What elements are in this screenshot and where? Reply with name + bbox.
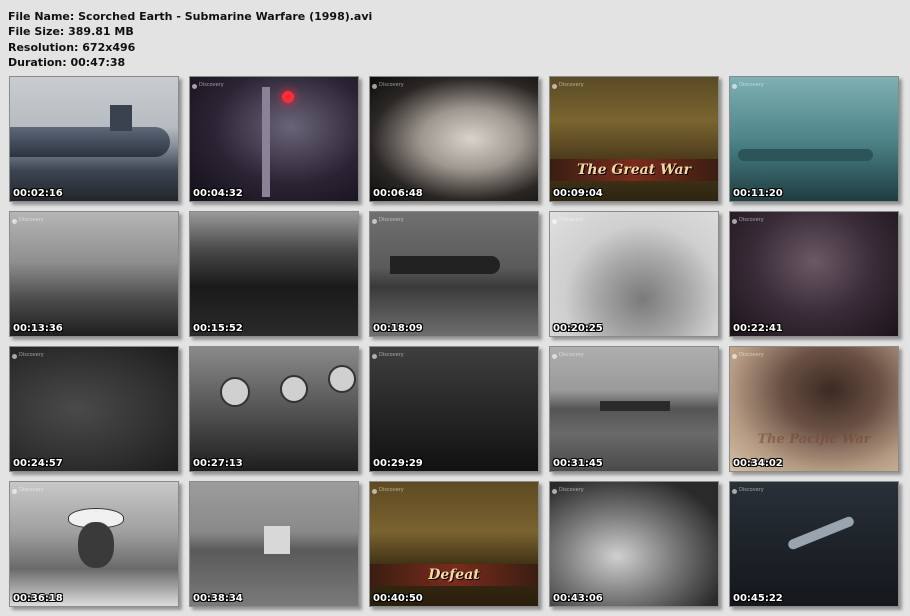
discovery-logo: Discovery <box>552 488 584 497</box>
conning-tower-shape <box>110 105 132 131</box>
file-info-header: File Name: Scorched Earth - Submarine Wa… <box>8 9 372 70</box>
thumbnail[interactable]: Discovery 00:11:20 <box>729 76 899 202</box>
timestamp: 00:29:29 <box>373 458 423 469</box>
discovery-logo: Discovery <box>552 218 584 227</box>
timestamp: 00:24:57 <box>13 458 63 469</box>
gauge-shape <box>220 377 250 407</box>
timestamp: 00:38:34 <box>193 593 243 604</box>
discovery-logo: Discovery <box>732 218 764 227</box>
thumbnail[interactable]: Discovery 00:20:25 <box>549 211 719 337</box>
timestamp: 00:09:04 <box>553 188 603 199</box>
pacific-explosion-scene <box>730 347 898 471</box>
timestamp: 00:02:16 <box>13 188 63 199</box>
timestamp: 00:15:52 <box>193 323 243 334</box>
harbor-crowd-scene <box>10 212 178 336</box>
timestamp: 00:06:48 <box>373 188 423 199</box>
thumbnail[interactable]: The Pacific War Discovery 00:34:02 <box>729 346 899 472</box>
uboat-silhouette-shape <box>600 401 670 411</box>
timestamp: 00:18:09 <box>373 323 423 334</box>
submarine-interior-scene <box>730 212 898 336</box>
diving-submarine-scene <box>730 482 898 606</box>
silhouette-dark-scene <box>370 347 538 471</box>
chapter-title-banner: The Great War <box>550 159 718 181</box>
discovery-logo: Discovery <box>732 83 764 92</box>
thumbnail[interactable]: Defeat Discovery 00:40:50 <box>369 481 539 607</box>
thumbnail[interactable]: 00:15:52 <box>189 211 359 337</box>
thumbnail[interactable]: Discovery 00:24:57 <box>9 346 179 472</box>
face-shape <box>78 522 114 568</box>
timestamp: 00:11:20 <box>733 188 783 199</box>
thumbnail[interactable]: Discovery 00:36:18 <box>9 481 179 607</box>
chapter-title-banner: The Pacific War <box>757 432 871 447</box>
pipe-shape <box>262 87 270 197</box>
thumbnail[interactable]: 00:02:16 <box>9 76 179 202</box>
explosion-splash-scene <box>550 212 718 336</box>
discovery-logo: Discovery <box>12 488 44 497</box>
timestamp: 00:43:06 <box>553 593 603 604</box>
uboat-silhouette-shape <box>390 256 500 274</box>
thumbnail[interactable]: 00:27:13 <box>189 346 359 472</box>
thumbnail[interactable]: Discovery 00:45:22 <box>729 481 899 607</box>
discovery-logo: Discovery <box>372 218 404 227</box>
timestamp: 00:34:02 <box>733 458 783 469</box>
timestamp: 00:27:13 <box>193 458 243 469</box>
thumbnail[interactable]: Discovery 00:31:45 <box>549 346 719 472</box>
timestamp: 00:04:32 <box>193 188 243 199</box>
periscope-interior-scene <box>190 77 358 201</box>
underwater-submarine-scene <box>730 77 898 201</box>
gauge-shape <box>328 365 356 393</box>
submarine-silhouette-shape <box>738 149 873 161</box>
discovery-logo: Discovery <box>12 218 44 227</box>
discovery-logo: Discovery <box>732 353 764 362</box>
red-light-shape <box>282 91 294 103</box>
bust-statue-scene <box>370 77 538 201</box>
discovery-logo: Discovery <box>552 353 584 362</box>
thumbnail[interactable]: Discovery 00:29:29 <box>369 346 539 472</box>
discovery-logo: Discovery <box>552 83 584 92</box>
file-name: File Name: Scorched Earth - Submarine Wa… <box>8 10 373 23</box>
timestamp: 00:13:36 <box>13 323 63 334</box>
warship-title-scene <box>550 77 718 201</box>
file-size: File Size: 389.81 MB <box>8 25 134 39</box>
conning-tower-shape <box>264 526 290 554</box>
sinking-ship-scene <box>370 482 538 606</box>
timestamp: 00:20:25 <box>553 323 603 334</box>
discovery-logo: Discovery <box>732 488 764 497</box>
thumbnail[interactable]: Discovery 00:06:48 <box>369 76 539 202</box>
duration: Duration: 00:47:38 <box>8 55 126 69</box>
thumbnail[interactable]: Discovery 00:18:09 <box>369 211 539 337</box>
discovery-logo: Discovery <box>372 488 404 497</box>
timestamp: 00:45:22 <box>733 593 783 604</box>
timestamp: 00:31:45 <box>553 458 603 469</box>
timestamp: 00:36:18 <box>13 593 63 604</box>
thumbnail-grid: 00:02:16 Discovery 00:04:32 Discovery 00… <box>9 76 909 616</box>
thumbnail[interactable]: Discovery 00:22:41 <box>729 211 899 337</box>
chapter-title-banner: Defeat <box>370 564 538 586</box>
sailors-group-scene <box>190 212 358 336</box>
surfaced-uboat-scene <box>370 212 538 336</box>
thumbnail[interactable]: 00:38:34 <box>189 481 359 607</box>
discovery-logo: Discovery <box>12 353 44 362</box>
control-room-gauges-scene <box>190 347 358 471</box>
gauge-shape <box>280 375 308 403</box>
thumbnail[interactable]: The Great War Discovery 00:09:04 <box>549 76 719 202</box>
discovery-logo: Discovery <box>372 353 404 362</box>
discovery-logo: Discovery <box>372 83 404 92</box>
dark-water-scene <box>10 347 178 471</box>
machinery-closeup-scene <box>550 482 718 606</box>
submarine-hull-shape <box>10 127 170 157</box>
thumbnail[interactable]: Discovery 00:04:32 <box>189 76 359 202</box>
thumbnail[interactable]: Discovery 00:43:06 <box>549 481 719 607</box>
timestamp: 00:22:41 <box>733 323 783 334</box>
thumbnail[interactable]: Discovery 00:13:36 <box>9 211 179 337</box>
timestamp: 00:40:50 <box>373 593 423 604</box>
discovery-logo: Discovery <box>192 83 224 92</box>
resolution: Resolution: 672x496 <box>8 40 136 54</box>
